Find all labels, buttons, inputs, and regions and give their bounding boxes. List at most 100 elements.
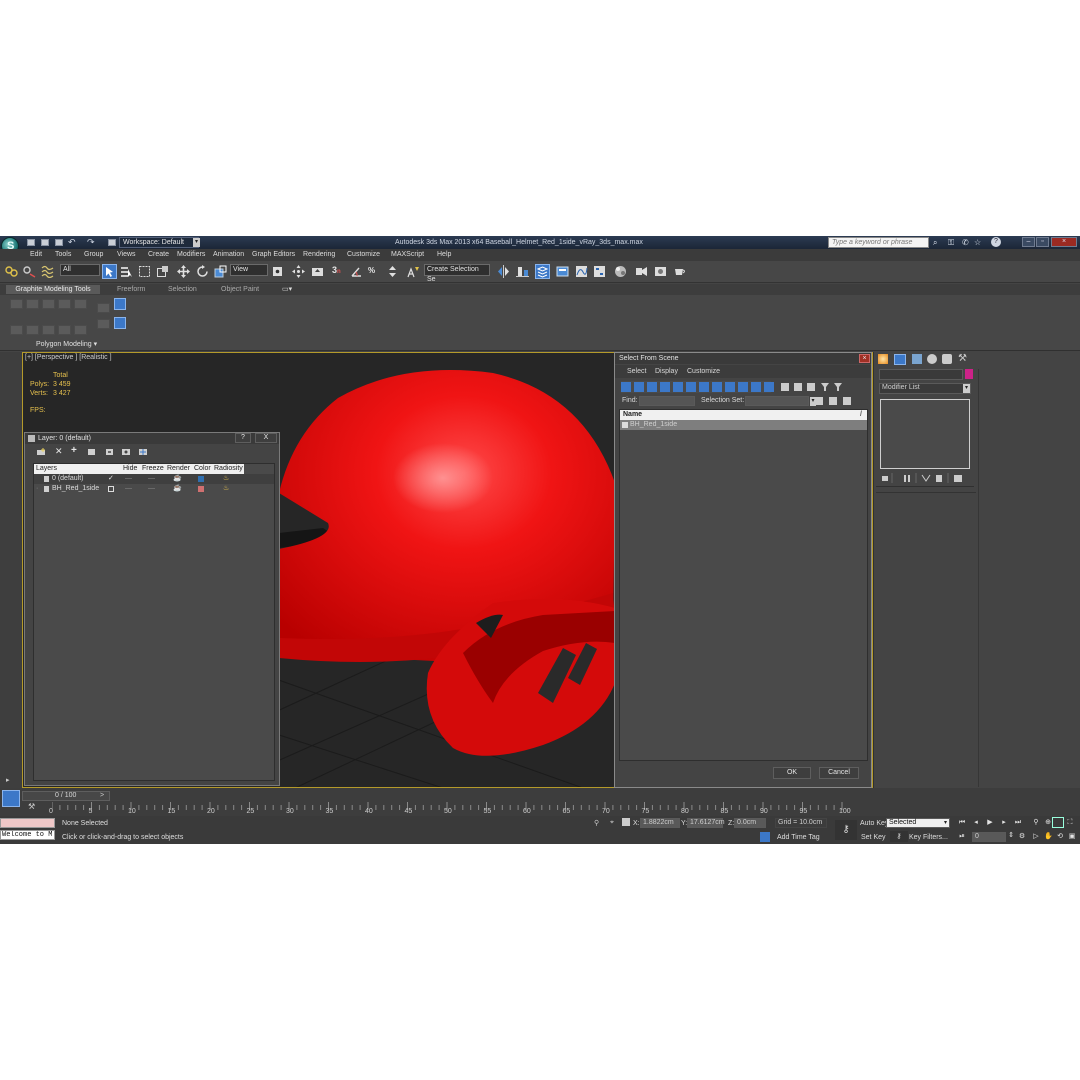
set-key-button[interactable]: Set Key — [861, 833, 886, 842]
expand-plus-icon[interactable]: · — [36, 484, 38, 494]
menu-help[interactable]: Help — [437, 251, 451, 259]
render-setup-icon[interactable] — [635, 265, 648, 278]
layer-color-swatch[interactable] — [198, 486, 204, 492]
viewport-label[interactable]: [+] [Perspective ] [Realistic ] — [25, 354, 112, 361]
freeze-unfreeze-all-icon[interactable] — [139, 448, 148, 456]
selection-set-buttons[interactable] — [815, 396, 855, 406]
pan-view-icon[interactable]: ✋ — [1044, 833, 1053, 841]
previous-frame-icon[interactable]: ◂ — [972, 819, 980, 827]
modifier-stack-controls[interactable] — [882, 473, 972, 483]
layer-dialog-help-button[interactable]: ? — [235, 433, 251, 443]
snap-3d-toggle[interactable]: 3n — [332, 265, 341, 275]
select-menu-customize[interactable]: Customize — [687, 368, 720, 375]
select-objects-in-layer-icon[interactable] — [88, 448, 97, 456]
layer-manager-button[interactable] — [535, 264, 550, 279]
layer-row[interactable]: · BH_Red_1side — — ☕ ♨ — [34, 484, 244, 494]
time-tag-icon[interactable] — [760, 832, 770, 842]
help-icon[interactable]: ? — [991, 237, 1001, 247]
rotate-icon[interactable] — [196, 265, 209, 278]
display-spacewarps-icon[interactable] — [686, 382, 696, 392]
tab-object-paint[interactable]: Object Paint — [221, 285, 259, 294]
frame-spinner-icon[interactable]: ⇕ — [1007, 832, 1015, 840]
zoom-extents-all-icon[interactable]: ⛶ — [1066, 819, 1074, 827]
selection-set-dropdown[interactable] — [745, 396, 809, 406]
cancel-button[interactable]: Cancel — [819, 767, 859, 779]
column-color[interactable]: Color — [194, 464, 211, 474]
move-icon[interactable] — [177, 265, 190, 278]
menu-tools[interactable]: Tools — [55, 251, 71, 259]
redo-icon[interactable]: ↷ — [87, 237, 95, 248]
next-modifier-button[interactable] — [26, 325, 39, 335]
time-slider-next-icon[interactable]: > — [100, 792, 104, 799]
align-icon[interactable] — [516, 265, 529, 278]
go-to-start-icon[interactable]: ⏮ — [958, 819, 966, 827]
menu-views[interactable]: Views — [117, 251, 136, 259]
reference-coord-dropdown[interactable]: View — [230, 264, 268, 276]
unlink-icon[interactable] — [23, 265, 36, 278]
select-dialog-titlebar[interactable]: Select From Scene — [615, 353, 871, 364]
auto-key-button[interactable]: Auto Key — [860, 819, 888, 828]
curve-editor-icon[interactable] — [575, 265, 588, 278]
y-coordinate-field[interactable]: 17.6127cm — [687, 818, 725, 828]
border-mode-button[interactable] — [42, 299, 55, 309]
restore-button[interactable]: ▫ — [1036, 237, 1049, 247]
motion-tab-icon[interactable] — [927, 354, 937, 364]
current-frame-field[interactable]: 0 — [972, 832, 1006, 842]
sort-icon[interactable]: / — [860, 410, 862, 420]
scene-list-item[interactable]: BH_Red_1side — [620, 420, 867, 430]
key-filters-button[interactable]: Key Filters... — [909, 833, 948, 842]
field-of-view-icon[interactable]: ▷ — [1032, 833, 1040, 841]
column-radiosity[interactable]: Radiosity — [214, 464, 243, 474]
zoom-icon[interactable]: ⚲ — [1032, 819, 1040, 827]
menu-maxscript[interactable]: MAXScript — [391, 251, 424, 259]
go-to-end-icon[interactable]: ⏭ — [1014, 819, 1022, 827]
search-input[interactable]: Type a keyword or phrase — [828, 237, 929, 248]
play-icon[interactable]: ▶ — [986, 819, 994, 827]
schematic-view-icon[interactable] — [593, 265, 606, 278]
undo-icon[interactable]: ↶ — [68, 237, 76, 248]
expand-arrow-icon[interactable]: ▸ — [6, 776, 10, 784]
menu-modifiers[interactable]: Modifiers — [177, 251, 205, 259]
menu-customize[interactable]: Customize — [347, 251, 380, 259]
maximize-viewport-icon[interactable]: ▣ — [1068, 833, 1076, 841]
menu-rendering[interactable]: Rendering — [303, 251, 335, 259]
create-tab-icon[interactable] — [878, 354, 888, 364]
time-slider[interactable]: 0 / 100 — [22, 791, 110, 801]
toggle-end-result-button[interactable] — [97, 319, 110, 329]
repeat-last-button[interactable] — [58, 325, 71, 335]
angle-snap-icon[interactable] — [350, 265, 363, 278]
column-render[interactable]: Render — [167, 464, 190, 474]
key-icon[interactable]: ⚷ — [890, 831, 908, 842]
teapot-render-icon[interactable]: ☕ — [173, 474, 182, 484]
previous-modifier-button[interactable] — [10, 325, 23, 335]
z-coordinate-field[interactable]: 0.0cm — [734, 818, 766, 828]
render-production-icon[interactable] — [673, 265, 686, 278]
hierarchy-tab-icon[interactable] — [912, 354, 922, 364]
add-time-tag[interactable]: Add Time Tag — [777, 833, 820, 842]
display-shapes-icon[interactable] — [634, 382, 644, 392]
key-mode-toggle-icon[interactable]: ⏯ — [958, 833, 966, 841]
tab-graphite-modeling-tools[interactable]: Graphite Modeling Tools — [6, 285, 100, 294]
absolute-mode-icon[interactable] — [622, 818, 630, 826]
display-lights-icon[interactable] — [647, 382, 657, 392]
close-window-button[interactable]: × — [1051, 237, 1077, 247]
communication-icon[interactable]: ✆ — [962, 238, 969, 247]
subscription-icon[interactable]: ⚿ — [948, 238, 954, 248]
ribbon-options-icon[interactable]: ▭▾ — [282, 285, 292, 293]
scale-icon[interactable] — [214, 265, 227, 278]
display-frozen-icon[interactable] — [751, 382, 761, 392]
column-freeze[interactable]: Freeze — [142, 464, 164, 474]
find-input[interactable] — [639, 396, 695, 406]
tab-freeform[interactable]: Freeform — [117, 285, 145, 294]
collapse-stack-button[interactable] — [97, 303, 110, 313]
ok-button[interactable]: OK — [773, 767, 811, 779]
zoom-all-icon[interactable]: ⊕ — [1044, 819, 1052, 827]
display-groups-icon[interactable] — [699, 382, 709, 392]
column-name[interactable]: Name — [623, 410, 642, 420]
layer-current-checkbox[interactable] — [108, 486, 114, 492]
ribbon-minimize-button[interactable] — [114, 298, 126, 310]
layer-dialog-close-button[interactable]: X — [255, 433, 277, 443]
hide-unhide-all-icon[interactable] — [122, 448, 131, 456]
project-folder-icon[interactable] — [108, 239, 116, 246]
menu-edit[interactable]: Edit — [30, 251, 42, 259]
